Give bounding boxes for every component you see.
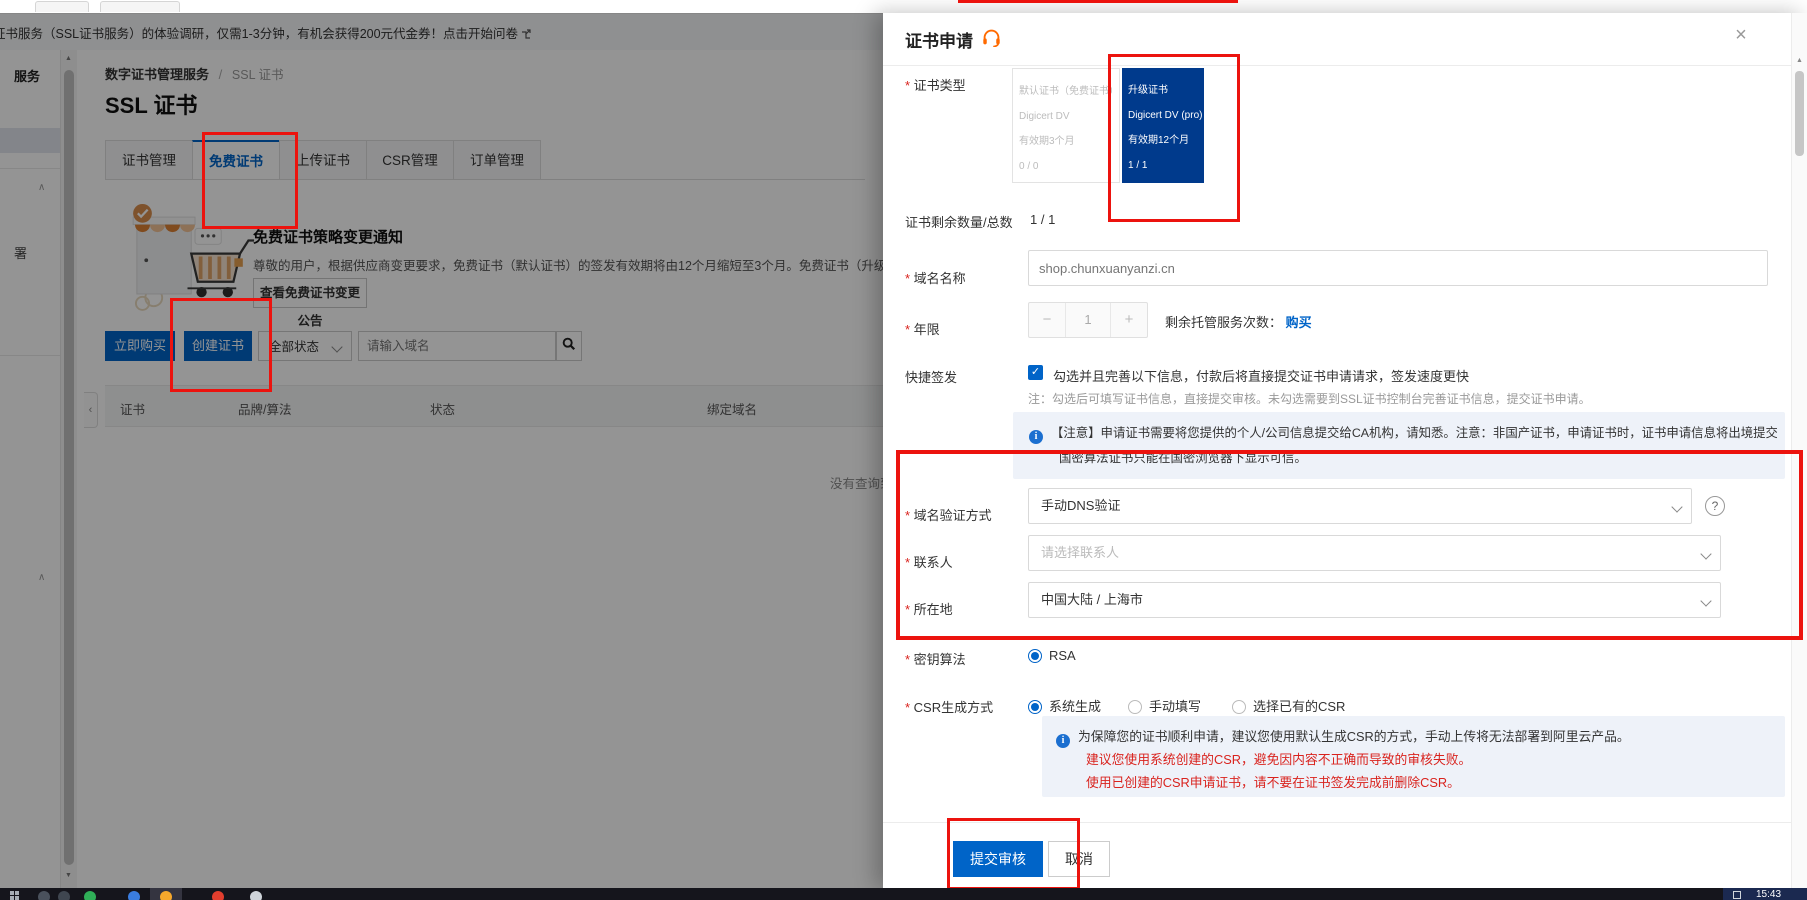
quick-issue-text: 勾选并且完善以下信息，付款后将直接提交证书申请请求，签发速度更快 <box>1053 366 1469 385</box>
csr-info-line1: i 为保障您的证书顺利申请，建议您使用默认生成CSR的方式，手动上传将无法部署到阿… <box>1056 726 1630 748</box>
taskbar-app-icon[interactable] <box>250 891 262 900</box>
annotation-box-create-button <box>170 298 272 392</box>
csr-info-warning1: 建议您使用系统创建的CSR，避免因内容不正确而导致的审核失败。 <box>1086 749 1471 768</box>
browser-tab-stub[interactable] <box>35 1 89 12</box>
csr-option-label: 手动填写 <box>1149 699 1201 714</box>
buy-link[interactable]: 购买 <box>1286 315 1312 330</box>
annotation-box-free-cert-tab <box>202 132 298 229</box>
remaining-label: 证书剩余数量/总数 <box>905 212 1013 231</box>
csr-option-label: 系统生成 <box>1049 699 1101 714</box>
csr-option-manual[interactable]: 手动填写 <box>1128 696 1201 715</box>
annotation-box-submit-button <box>947 818 1080 890</box>
scrollbar-thumb[interactable] <box>1795 71 1804 156</box>
browser-tab-stub[interactable] <box>100 1 180 12</box>
windows-start-icon[interactable] <box>10 891 19 900</box>
taskbar-app-icon[interactable] <box>38 891 50 900</box>
csr-info-line1-text: 为保障您的证书顺利申请，建议您使用默认生成CSR的方式，手动上传将无法部署到阿里… <box>1078 729 1630 744</box>
taskbar-tray-icon[interactable] <box>1733 891 1741 899</box>
taskbar-app-icon[interactable] <box>84 891 96 900</box>
close-icon[interactable]: × <box>1729 23 1753 47</box>
key-algo-option-label: RSA <box>1049 648 1076 663</box>
card-brand: Digicert DV <box>1019 104 1113 129</box>
annotation-top-line <box>958 0 1238 3</box>
headset-support-icon[interactable] <box>981 28 1002 52</box>
quick-issue-checkbox[interactable]: ✓ <box>1028 365 1043 380</box>
card-validity: 有效期3个月 <box>1019 129 1113 154</box>
annotation-box-form-section <box>896 450 1803 640</box>
quick-issue-label: 快捷签发 <box>905 367 957 386</box>
info-icon: i <box>1056 734 1070 748</box>
csr-mode-label: CSR生成方式 <box>905 697 993 716</box>
years-stepper: − 1 + <box>1028 302 1148 338</box>
csr-option-existing[interactable]: 选择已有的CSR <box>1232 696 1345 715</box>
key-algo-option-rsa[interactable]: RSA <box>1028 648 1076 663</box>
hosted-service-row: 剩余托管服务次数： 购买 <box>1165 312 1312 331</box>
radio-selected-icon[interactable] <box>1028 649 1042 663</box>
csr-option-label: 选择已有的CSR <box>1253 699 1345 714</box>
radio-icon[interactable] <box>1232 700 1246 714</box>
years-value: 1 <box>1065 303 1111 337</box>
card-quota: 0 / 0 <box>1019 154 1113 179</box>
years-label: 年限 <box>905 319 940 338</box>
taskbar-clock-area[interactable]: 15:43 <box>1723 888 1807 900</box>
taskbar-app-icon[interactable] <box>212 891 224 900</box>
ca-notice-line1-text: 【注意】申请证书需要将您提供的个人/公司信息提交给CA机构，请知悉。注意：非国产… <box>1051 426 1777 440</box>
drawer-title: 证书申请 <box>905 27 973 52</box>
key-algo-label: 密钥算法 <box>905 649 966 668</box>
remaining-value: 1 / 1 <box>1030 212 1055 227</box>
card-name: 默认证书（免费证书） <box>1019 79 1113 104</box>
domain-input[interactable] <box>1028 250 1768 286</box>
taskbar-app-icon[interactable] <box>128 891 140 900</box>
domain-label: 域名名称 <box>905 268 966 287</box>
csr-info-box: i 为保障您的证书顺利申请，建议您使用默认生成CSR的方式，手动上传将无法部署到阿… <box>1042 716 1785 797</box>
radio-icon[interactable] <box>1128 700 1142 714</box>
cert-type-card-default[interactable]: 默认证书（免费证书） Digicert DV 有效期3个月 0 / 0 <box>1012 68 1120 183</box>
csr-info-warning2: 使用已创建的CSR申请证书，请不要在证书签发完成前删除CSR。 <box>1086 772 1460 791</box>
stepper-plus-icon[interactable]: + <box>1111 303 1147 337</box>
drawer-header: 证书申请 <box>905 27 1002 52</box>
taskbar-active-app[interactable] <box>150 888 182 900</box>
stepper-minus-icon[interactable]: − <box>1029 303 1065 337</box>
cert-type-label: 证书类型 <box>905 75 966 94</box>
browser-chrome-strip <box>0 0 1807 14</box>
taskbar-app-icon[interactable] <box>58 891 70 900</box>
info-icon: i <box>1029 430 1043 444</box>
ca-notice-line1: i 【注意】申请证书需要将您提供的个人/公司信息提交给CA机构，请知悉。注意：非国… <box>1029 423 1777 444</box>
taskbar: 15:43 <box>0 888 1807 900</box>
drawer-header-divider <box>883 65 1807 66</box>
radio-selected-icon[interactable] <box>1028 700 1042 714</box>
annotation-box-upgrade-card <box>1108 54 1240 222</box>
csr-option-system[interactable]: 系统生成 <box>1028 696 1101 715</box>
quick-issue-note: 注：勾选后可填写证书信息，直接提交审核。未勾选需要到SSL证书控制台完善证书信息… <box>1028 390 1591 407</box>
hosted-service-label: 剩余托管服务次数： <box>1165 315 1282 330</box>
taskbar-app-icon[interactable] <box>160 891 172 900</box>
scroll-up-icon[interactable]: ▲ <box>1796 57 1803 64</box>
taskbar-time: 15:43 <box>1756 889 1781 900</box>
